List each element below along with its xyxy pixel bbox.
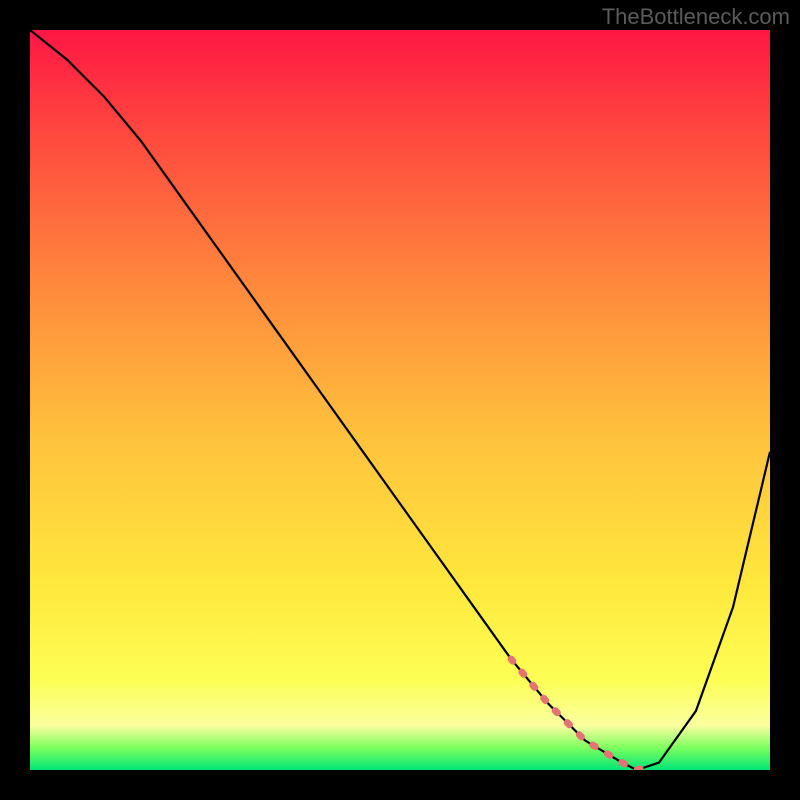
watermark-text: TheBottleneck.com <box>602 4 790 30</box>
chart-plot-area <box>30 30 770 770</box>
chart-svg <box>30 30 770 770</box>
